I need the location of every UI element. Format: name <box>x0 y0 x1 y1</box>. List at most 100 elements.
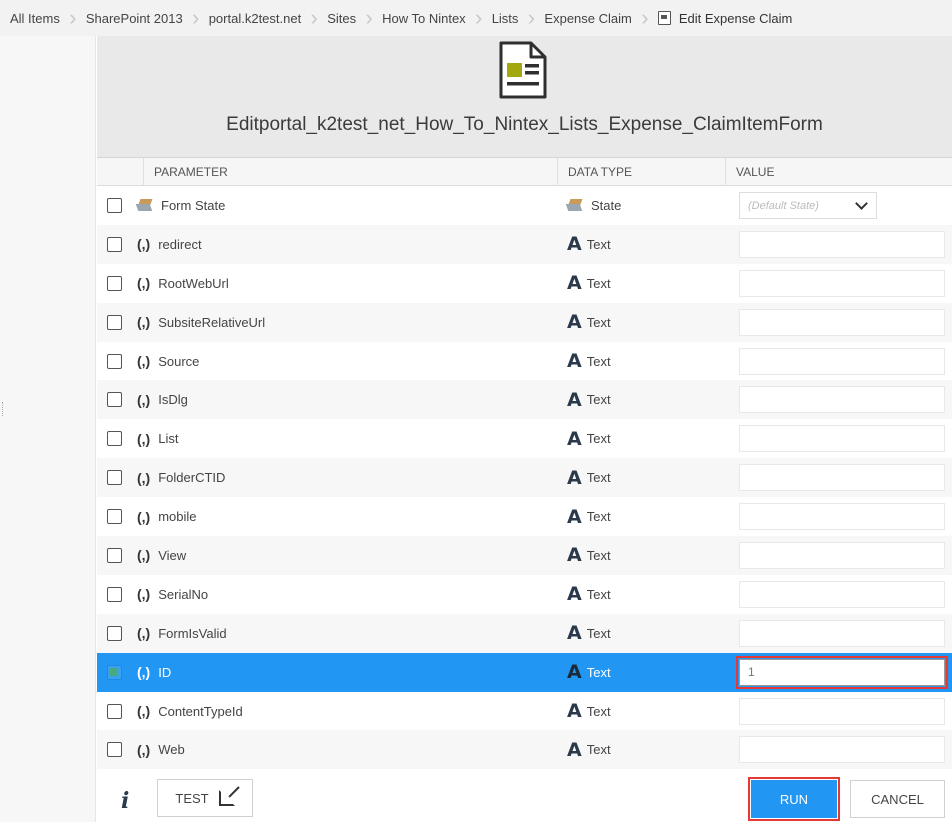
parameter-cell: (,) Web <box>137 730 185 769</box>
row-checkbox[interactable] <box>107 664 122 680</box>
data-type-label: Text <box>586 509 611 525</box>
value-text: 1 <box>748 665 755 680</box>
parameter-cell: (,) List <box>137 419 178 458</box>
splitter-handle[interactable] <box>2 402 4 416</box>
row-checkbox[interactable] <box>107 314 122 330</box>
table-row[interactable]: (,) SerialNo A Text <box>97 574 952 614</box>
breadcrumb-item-all-items[interactable]: All Items <box>4 0 66 36</box>
state-icon <box>567 199 583 211</box>
data-type-cell: A Text <box>567 497 611 536</box>
table-row[interactable]: (,) SubsiteRelativeUrl A Text <box>97 302 952 342</box>
run-button[interactable]: RUN <box>748 777 840 821</box>
data-type-label: State <box>591 197 622 213</box>
form-state-select[interactable]: (Default State) <box>739 192 877 219</box>
breadcrumb-label: How To Nintex <box>382 10 466 26</box>
data-type-label: Text <box>586 703 611 719</box>
chevron-down-icon <box>855 197 868 210</box>
data-type-cell: A Text <box>567 458 611 497</box>
text-type-icon: A <box>567 233 582 256</box>
table-row[interactable]: (,) FolderCTID A Text <box>97 458 952 498</box>
breadcrumb-item-expense-claim[interactable]: Expense Claim <box>538 0 637 36</box>
row-checkbox[interactable] <box>107 236 122 252</box>
data-type-label: Text <box>586 742 611 758</box>
table-row[interactable]: (,) List A Text <box>97 419 952 459</box>
breadcrumb-label: portal.k2test.net <box>208 10 302 26</box>
row-checkbox[interactable] <box>107 198 122 213</box>
table-row[interactable]: Form State State (Default State) <box>97 186 952 225</box>
data-type-cell: A Text <box>567 692 611 731</box>
value-input[interactable] <box>739 464 945 492</box>
row-checkbox[interactable] <box>107 431 122 447</box>
column-select <box>97 158 143 186</box>
row-checkbox[interactable] <box>107 509 122 525</box>
breadcrumb-item-how-to-nintex[interactable]: How To Nintex <box>376 0 472 36</box>
table-row[interactable]: (,) Web A Text <box>97 730 952 770</box>
cancel-button[interactable]: CANCEL <box>850 780 945 818</box>
row-checkbox[interactable] <box>107 703 122 719</box>
breadcrumb-label: All Items <box>10 10 60 26</box>
row-checkbox[interactable] <box>107 742 122 758</box>
chevron-right-icon: › <box>310 5 318 30</box>
value-input[interactable] <box>739 269 945 297</box>
table-row[interactable]: (,) IsDlg A Text <box>97 380 952 420</box>
table-row[interactable]: (,) View A Text <box>97 536 952 575</box>
row-checkbox[interactable] <box>107 548 122 564</box>
chevron-right-icon: › <box>475 5 483 30</box>
parameter-cell: (,) FormIsValid <box>137 614 227 653</box>
parameter-icon: (,) <box>137 586 151 603</box>
run-button-label: RUN <box>779 791 809 807</box>
row-checkbox[interactable] <box>107 625 122 641</box>
value-input[interactable] <box>739 347 945 375</box>
data-type-cell: A Text <box>567 653 611 692</box>
row-checkbox[interactable] <box>107 586 122 602</box>
test-button-label: TEST <box>175 790 209 806</box>
table-row-selected[interactable]: (,) ID A Text 1 <box>97 652 952 692</box>
table-row[interactable]: (,) mobile A Text <box>97 497 952 537</box>
chevron-right-icon: › <box>527 5 536 30</box>
value-input-id[interactable]: 1 <box>736 655 948 689</box>
parameter-cell: (,) ID <box>137 653 171 692</box>
breadcrumb-label: SharePoint 2013 <box>85 10 183 26</box>
text-type-icon: A <box>567 738 582 761</box>
text-type-icon: A <box>567 583 582 606</box>
info-icon[interactable]: i <box>121 788 129 814</box>
table-row[interactable]: (,) Source A Text <box>97 341 952 381</box>
row-checkbox[interactable] <box>107 275 122 291</box>
table-row[interactable]: (,) redirect A Text <box>97 224 952 264</box>
value-input[interactable] <box>739 542 945 570</box>
select-placeholder: (Default State) <box>748 199 819 212</box>
data-type-cell: A Text <box>567 225 611 264</box>
table-row[interactable]: (,) FormIsValid A Text <box>97 613 952 653</box>
parameter-icon: (,) <box>137 353 151 369</box>
test-button[interactable]: TEST <box>157 779 253 817</box>
row-checkbox[interactable] <box>107 392 122 408</box>
breadcrumb-item-lists[interactable]: Lists <box>486 0 525 36</box>
breadcrumb-item-sharepoint[interactable]: SharePoint 2013 <box>80 0 189 36</box>
row-checkbox[interactable] <box>107 470 122 486</box>
table-row[interactable]: (,) RootWebUrl A Text <box>97 263 952 303</box>
data-type-cell: A Text <box>567 342 611 381</box>
breadcrumb-item-sites[interactable]: Sites <box>321 0 362 36</box>
parameter-icon: (,) <box>137 430 151 447</box>
text-type-icon: A <box>567 272 582 295</box>
value-input[interactable] <box>739 503 945 531</box>
table-header: PARAMETER DATA TYPE VALUE <box>97 158 952 186</box>
table-row[interactable]: (,) ContentTypeId A Text <box>97 691 952 731</box>
value-input[interactable] <box>739 386 945 414</box>
value-input[interactable] <box>739 308 945 336</box>
value-input[interactable] <box>739 580 945 608</box>
text-type-icon: A <box>567 466 582 489</box>
value-input[interactable] <box>739 230 945 258</box>
breadcrumb-label: Sites <box>327 10 357 26</box>
data-type-cell: A Text <box>567 264 611 303</box>
breadcrumb-item-portal[interactable]: portal.k2test.net <box>203 0 308 36</box>
value-input[interactable] <box>739 619 945 647</box>
column-parameter: PARAMETER <box>143 158 557 186</box>
data-type-label: Text <box>586 431 611 447</box>
value-input[interactable] <box>739 425 945 453</box>
value-input[interactable] <box>739 697 945 725</box>
parameter-icon: (,) <box>137 703 151 720</box>
row-checkbox[interactable] <box>107 353 122 369</box>
value-input[interactable] <box>739 736 945 764</box>
parameter-name: SerialNo <box>158 586 209 602</box>
